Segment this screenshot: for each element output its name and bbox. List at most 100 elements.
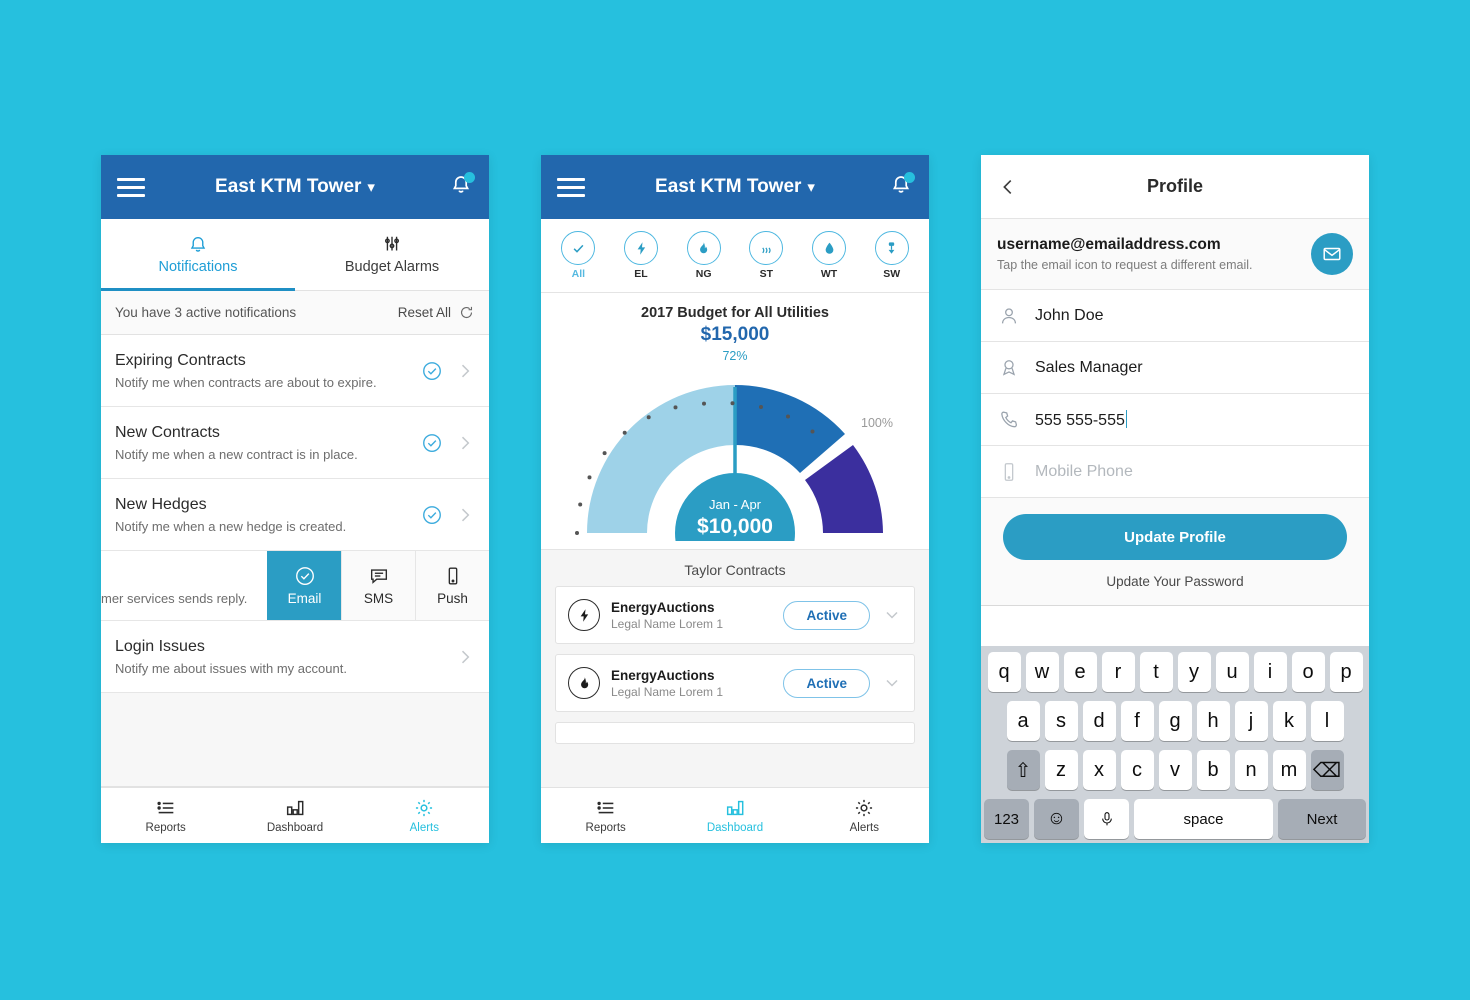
key-o[interactable]: o [1291,652,1325,692]
chevron-right-icon[interactable] [455,647,475,667]
chevron-down-icon[interactable]: ▾ [807,179,815,196]
notification-texts: Expiring Contracts Notify me when contra… [115,352,421,390]
keyboard-row-4: 123 ☺ space Next [984,799,1366,839]
check-circle-icon[interactable] [421,504,443,526]
next-key[interactable]: Next [1278,799,1366,839]
contract-legal-name: Legal Name Lorem 1 [611,616,724,631]
contract-card[interactable]: EnergyAuctions Legal Name Lorem 1 Active [555,654,915,712]
phone-field-row[interactable]: 555 555-555 [981,394,1369,446]
notification-row[interactable]: New Contracts Notify me when a new contr… [101,407,489,479]
key-t[interactable]: t [1139,652,1173,692]
key-z[interactable]: z [1044,750,1078,790]
check-circle-icon[interactable] [421,360,443,382]
key-y[interactable]: y [1177,652,1211,692]
email-address: username@emailaddress.com [997,236,1221,253]
status-badge[interactable]: Active [783,668,870,698]
profile-spacer [981,606,1369,646]
utility-filter-st[interactable]: ST [735,231,798,280]
utility-filter-wt[interactable]: WT [798,231,861,280]
tabbar-item-alerts[interactable]: Alerts [800,788,929,843]
key-m[interactable]: m [1272,750,1306,790]
contract-card[interactable]: EnergyAuctions Legal Name Lorem 1 Active [555,586,915,644]
key-v[interactable]: v [1158,750,1192,790]
key-u[interactable]: u [1215,652,1249,692]
swipe-action-sms[interactable]: SMS [341,551,415,620]
space-key[interactable]: space [1134,799,1273,839]
key-j[interactable]: j [1234,701,1268,741]
keyboard-row-1: q w e r t y u i o p [984,652,1366,692]
key-d[interactable]: d [1082,701,1116,741]
chevron-left-icon[interactable] [997,176,1019,198]
notification-bell-button[interactable] [449,171,475,202]
notification-row[interactable]: New Hedges Notify me when a new hedge is… [101,479,489,551]
swipe-action-push[interactable]: Push [415,551,489,620]
swipe-action-email[interactable]: Email [267,551,341,620]
title-field-row[interactable]: Sales Manager [981,342,1369,394]
contract-card-partial[interactable] [555,722,915,744]
tab-budget-alarms[interactable]: Budget Alarms [295,219,489,290]
utility-filter-el[interactable]: EL [610,231,673,280]
key-e[interactable]: e [1063,652,1097,692]
utility-filter-ng[interactable]: NG [672,231,735,280]
app-title-text: East KTM Tower [655,176,802,197]
gauge-chart: Jan - Apr $10,000 All Utilities Spent 10… [541,363,929,541]
key-g[interactable]: g [1158,701,1192,741]
sewage-icon-circle [874,231,909,265]
key-b[interactable]: b [1196,750,1230,790]
key-q[interactable]: q [987,652,1021,692]
utility-label: SW [883,268,901,280]
gear-icon [856,799,873,817]
shift-key[interactable]: ⇧ [1006,750,1040,790]
tabbar-label: Dashboard [706,822,764,834]
key-n[interactable]: n [1234,750,1268,790]
status-badge[interactable]: Active [783,600,870,630]
mic-key[interactable] [1084,799,1129,839]
key-x[interactable]: x [1082,750,1116,790]
onscreen-keyboard: q w e r t y u i o p a s d f g h j k l ⇧ … [981,646,1369,843]
chevron-down-icon[interactable] [882,605,902,625]
notification-bell-button[interactable] [889,171,915,202]
key-k[interactable]: k [1272,701,1306,741]
update-profile-button[interactable]: Update Profile [1003,514,1347,560]
key-a[interactable]: a [1006,701,1040,741]
utility-filter-all[interactable]: All [547,231,610,280]
numbers-key[interactable]: 123 [984,799,1029,839]
key-r[interactable]: r [1101,652,1135,692]
key-l[interactable]: l [1310,701,1344,741]
key-c[interactable]: c [1120,750,1154,790]
tabbar-item-dashboard[interactable]: Dashboard [230,788,359,843]
utility-filter-sw[interactable]: SW [860,231,923,280]
steam-icon-circle [749,231,784,265]
hamburger-menu-icon[interactable] [557,177,585,197]
chevron-down-icon[interactable]: ▾ [367,179,375,196]
notification-row[interactable]: Login Issues Notify me about issues with… [101,621,489,693]
tabbar-item-reports[interactable]: Reports [541,788,670,843]
check-circle-icon[interactable] [421,432,443,454]
key-f[interactable]: f [1120,701,1154,741]
update-password-link[interactable]: Update Your Password [1003,560,1347,595]
key-s[interactable]: s [1044,701,1078,741]
key-w[interactable]: w [1025,652,1059,692]
tabbar-item-reports[interactable]: Reports [101,788,230,843]
chevron-right-icon[interactable] [455,505,475,525]
request-email-button[interactable] [1311,233,1353,275]
mobile-field-row[interactable]: Mobile Phone [981,446,1369,498]
key-h[interactable]: h [1196,701,1230,741]
envelope-icon [1323,247,1341,261]
reset-all-button[interactable]: Reset All [398,304,475,321]
chevron-right-icon[interactable] [455,433,475,453]
key-i[interactable]: i [1253,652,1287,692]
chevron-down-icon[interactable] [882,673,902,693]
hamburger-menu-icon[interactable] [117,177,145,197]
email-texts: username@emailaddress.com Tap the email … [997,236,1311,272]
key-p[interactable]: p [1329,652,1363,692]
name-field-row[interactable]: John Doe [981,290,1369,342]
backspace-key[interactable]: ⌫ [1310,750,1344,790]
emoji-key[interactable]: ☺ [1034,799,1079,839]
chevron-right-icon[interactable] [455,361,475,381]
tab-notifications[interactable]: Notifications [101,219,295,291]
tabbar-item-alerts[interactable]: Alerts [360,788,489,843]
utility-label: EL [634,268,648,280]
tabbar-item-dashboard[interactable]: Dashboard [670,788,799,843]
notification-row[interactable]: Expiring Contracts Notify me when contra… [101,335,489,407]
